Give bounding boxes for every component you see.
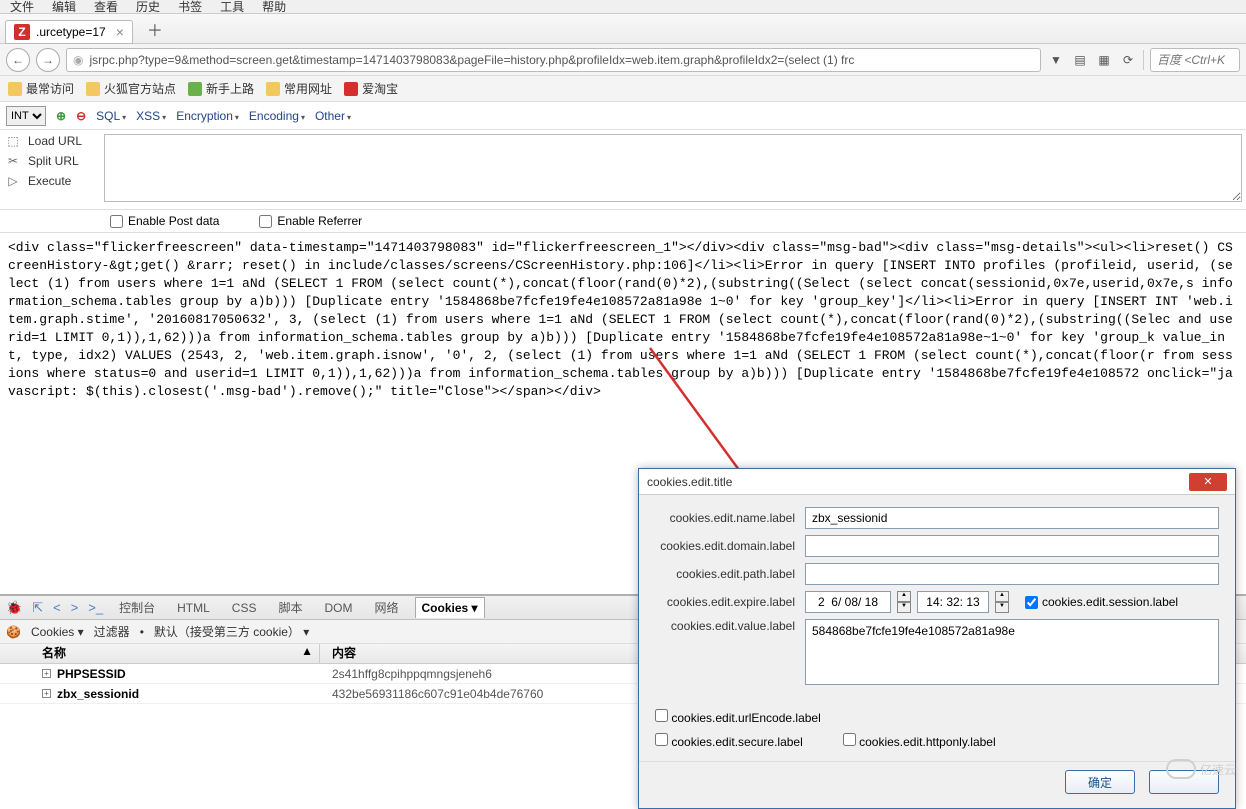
bookmark-newbie[interactable]: 新手上路 [188, 80, 254, 97]
menu-edit[interactable]: 编辑 [52, 0, 76, 15]
tab-script[interactable]: 脚本 [272, 596, 308, 619]
globe-icon [188, 82, 202, 96]
tab-dom[interactable]: DOM [319, 598, 359, 618]
domain-label: cookies.edit.domain.label [655, 539, 805, 553]
dialog-close-button[interactable]: ✕ [1189, 473, 1227, 491]
domain-input[interactable] [805, 535, 1219, 557]
reader-icon[interactable]: ▤ [1071, 51, 1089, 69]
tab-css[interactable]: CSS [226, 598, 263, 618]
forward-button[interactable]: → [36, 48, 60, 72]
value-label: cookies.edit.value.label [655, 619, 805, 633]
hackbar-url-input[interactable] [104, 134, 1242, 202]
inspect-icon[interactable]: ⇱ [32, 600, 43, 616]
folder-icon [8, 82, 22, 96]
aitao-icon [344, 82, 358, 96]
menu-tools[interactable]: 工具 [220, 0, 244, 15]
expand-icon[interactable]: + [42, 669, 51, 678]
menu-view[interactable]: 查看 [94, 0, 118, 15]
browser-navbar: ← → ◉ jsrpc.php?type=9&method=screen.get… [0, 44, 1246, 76]
load-icon: ⬚ [6, 134, 20, 148]
tab-network[interactable]: 网络 [369, 596, 405, 619]
enable-referrer-checkbox[interactable]: Enable Referrer [259, 214, 362, 228]
hackbar-other[interactable]: Other [315, 109, 351, 123]
path-label: cookies.edit.path.label [655, 567, 805, 581]
expire-label: cookies.edit.expire.label [655, 595, 805, 609]
url-text: jsrpc.php?type=9&method=screen.get&times… [89, 53, 854, 67]
menu-file[interactable]: 文件 [10, 0, 34, 15]
menu-help[interactable]: 帮助 [262, 0, 286, 15]
notes-icon[interactable]: ▦ [1095, 51, 1113, 69]
value-input[interactable]: 584868be7fcfe19fe4e108572a81a98e [805, 619, 1219, 685]
execute-button[interactable]: ▷Execute [6, 174, 94, 188]
hackbar-encryption[interactable]: Encryption [176, 109, 239, 123]
browser-tabbar: Z .urcetype=17 × ＋ [0, 14, 1246, 44]
folder-icon [86, 82, 100, 96]
session-checkbox[interactable]: cookies.edit.session.label [1025, 595, 1178, 609]
hackbar-encoding[interactable]: Encoding [249, 109, 305, 123]
menu-bookmarks[interactable]: 书签 [178, 0, 202, 15]
next-icon[interactable]: > [71, 600, 79, 615]
address-bar[interactable]: ◉ jsrpc.php?type=9&method=screen.get&tim… [66, 48, 1041, 72]
cookies-break-icon[interactable]: 🍪 [6, 625, 21, 639]
name-label: cookies.edit.name.label [655, 511, 805, 525]
dialog-title: cookies.edit.title [647, 475, 1189, 489]
hackbar-toolbar: INT ⊕ ⊖ SQL XSS Encryption Encoding Othe… [0, 102, 1246, 130]
folder-icon [266, 82, 280, 96]
hackbar-sql[interactable]: SQL [96, 109, 126, 123]
play-icon: ▷ [6, 174, 20, 188]
menu-history[interactable]: 历史 [136, 0, 160, 15]
expand-icon[interactable]: + [42, 689, 51, 698]
cookies-menu[interactable]: Cookies ▾ [31, 625, 84, 639]
prev-icon[interactable]: < [53, 600, 61, 615]
name-input[interactable] [805, 507, 1219, 529]
hackbar-options: Enable Post data Enable Referrer [0, 210, 1246, 233]
tab-console[interactable]: 控制台 [113, 596, 161, 619]
col-name[interactable]: 名称 ▲ [0, 644, 320, 663]
hackbar-encoding-select[interactable]: INT [6, 106, 46, 126]
page-response-content: <div class="flickerfreescreen" data-time… [0, 233, 1246, 407]
load-url-button[interactable]: ⬚Load URL [6, 134, 94, 148]
bookmark-common[interactable]: 常用网址 [266, 80, 332, 97]
bookmarks-toolbar: 最常访问 火狐官方站点 新手上路 常用网址 爱淘宝 [0, 76, 1246, 102]
bookmark-most-visited[interactable]: 最常访问 [8, 80, 74, 97]
httponly-checkbox[interactable]: cookies.edit.httponly.label [843, 733, 996, 749]
firebug-icon[interactable]: 🐞 [6, 600, 22, 616]
watermark: 亿速云 [1166, 759, 1236, 779]
shield-icon[interactable]: ▼ [1047, 51, 1065, 69]
tab-title: .urcetype=17 [36, 25, 106, 39]
date-spinner[interactable]: ▲▼ [897, 591, 911, 613]
hackbar-panel: ⬚Load URL ✂Split URL ▷Execute [0, 130, 1246, 210]
tab-cookies[interactable]: Cookies ▾ [415, 597, 485, 618]
ok-button[interactable]: 确定 [1065, 770, 1135, 794]
cookie-edit-dialog: cookies.edit.title ✕ cookies.edit.name.l… [638, 468, 1236, 809]
tab-html[interactable]: HTML [171, 598, 216, 618]
hackbar-remove-icon[interactable]: ⊖ [76, 109, 86, 123]
secure-checkbox[interactable]: cookies.edit.secure.label [655, 733, 803, 749]
expire-date-input[interactable] [805, 591, 891, 613]
new-tab-button[interactable]: ＋ [141, 17, 169, 41]
time-spinner[interactable]: ▲▼ [995, 591, 1009, 613]
cookies-default[interactable]: 默认（接受第三方 cookie） ▾ [154, 623, 309, 640]
scissors-icon: ✂ [6, 154, 20, 168]
split-url-button[interactable]: ✂Split URL [6, 154, 94, 168]
console-icon[interactable]: >_ [88, 600, 103, 615]
favicon-zabbix: Z [14, 24, 30, 40]
back-button[interactable]: ← [6, 48, 30, 72]
cookies-filter[interactable]: 过滤器 [94, 623, 130, 640]
urlencode-checkbox[interactable]: cookies.edit.urlEncode.label [655, 709, 1219, 725]
hackbar-xss[interactable]: XSS [136, 109, 166, 123]
enable-post-checkbox[interactable]: Enable Post data [110, 214, 219, 228]
window-menubar: 文件 编辑 查看 历史 书签 工具 帮助 [0, 0, 1246, 14]
path-input[interactable] [805, 563, 1219, 585]
search-input[interactable] [1150, 48, 1240, 72]
tab-close-icon[interactable]: × [116, 24, 124, 40]
cloud-icon [1166, 759, 1196, 779]
bookmark-firefox[interactable]: 火狐官方站点 [86, 80, 176, 97]
browser-tab[interactable]: Z .urcetype=17 × [5, 20, 133, 44]
expire-time-input[interactable] [917, 591, 989, 613]
reload-button[interactable]: ⟳ [1119, 51, 1137, 69]
identity-icon: ◉ [73, 53, 83, 67]
bookmark-aitao[interactable]: 爱淘宝 [344, 80, 398, 97]
hackbar-add-icon[interactable]: ⊕ [56, 109, 66, 123]
